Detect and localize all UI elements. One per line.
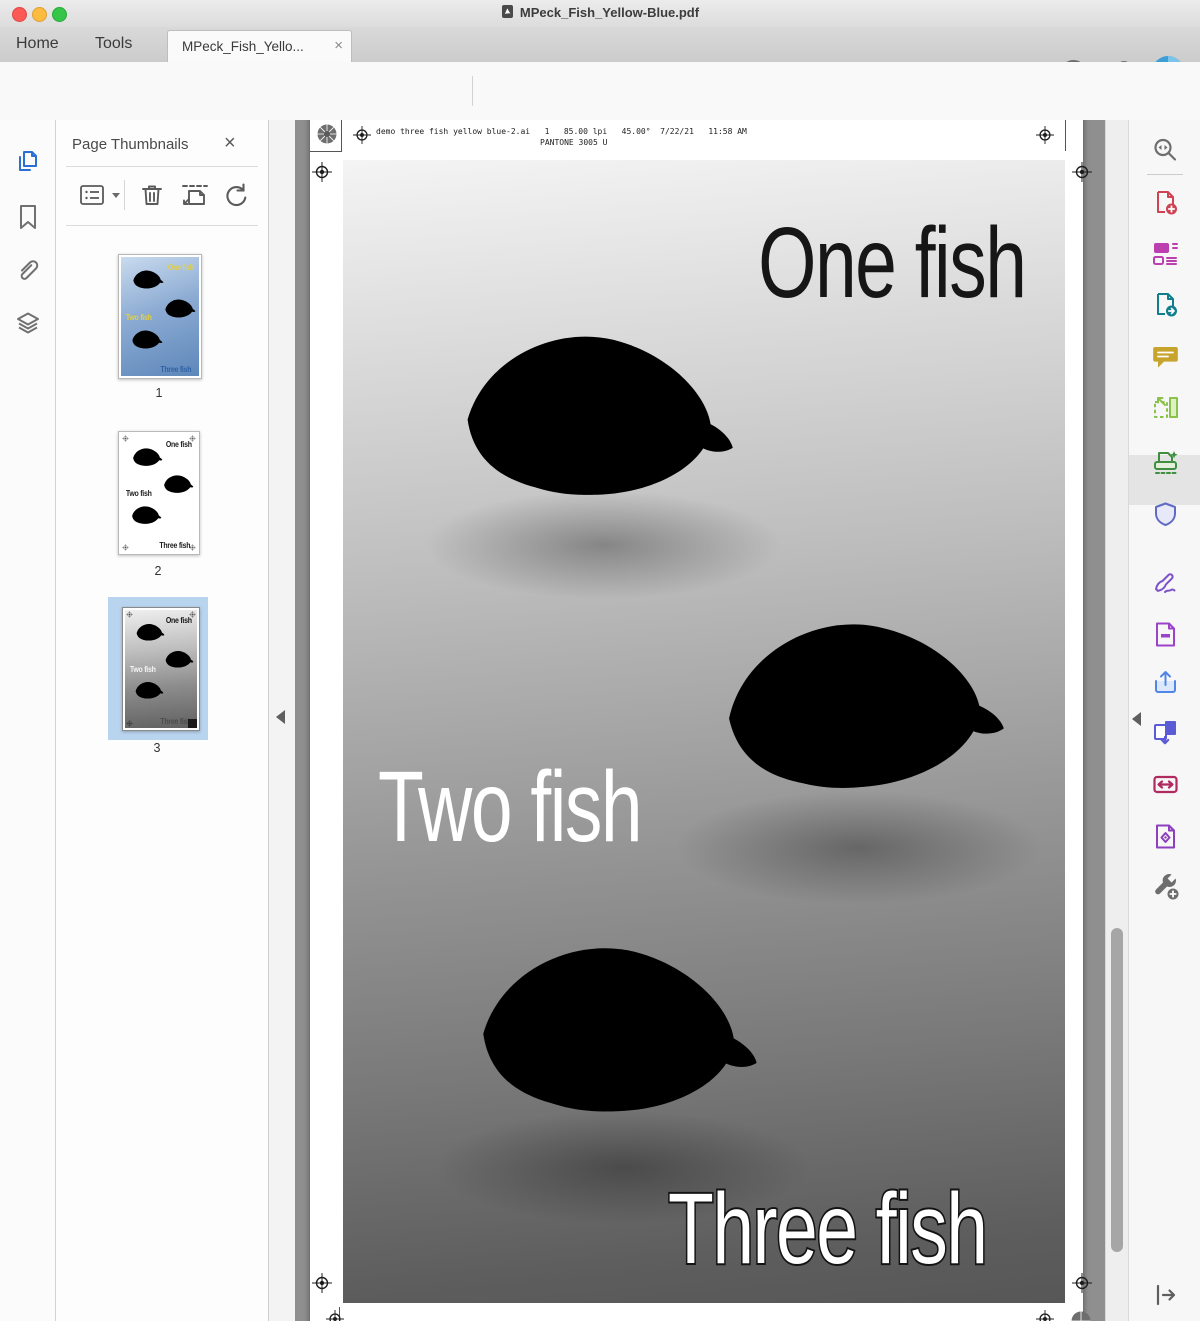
window-titlebar: MPeck_Fish_Yellow-Blue.pdf xyxy=(0,0,1200,28)
thumb1-label-one: One fish xyxy=(168,262,194,272)
layers-panel-icon[interactable] xyxy=(14,310,42,338)
pdf-file-icon xyxy=(501,5,514,19)
protect-pdf-icon[interactable] xyxy=(1152,501,1179,528)
delete-pages-icon[interactable] xyxy=(138,181,166,209)
prepare-form-icon[interactable] xyxy=(1152,823,1179,850)
redact-page-icon[interactable] xyxy=(1152,621,1179,648)
export-pdf-icon[interactable] xyxy=(1152,291,1179,318)
thumb2-label-three: Three fish xyxy=(160,540,191,550)
page-thumbnails-panel: Page Thumbnails × One fish Two fish Thre… xyxy=(56,120,269,1321)
thumb3-label-one: One fish xyxy=(166,615,192,625)
thumbnail-resize-handle[interactable] xyxy=(188,719,197,728)
combine-files-icon[interactable] xyxy=(1152,240,1179,267)
right-tools-rail xyxy=(1128,120,1200,1321)
artwork-label-one-fish: One fish xyxy=(758,206,1025,321)
artwork-label-three-fish: Three fish xyxy=(668,1172,986,1287)
organize-pages-icon[interactable] xyxy=(1152,394,1179,421)
page-number-2[interactable]: 2 xyxy=(143,564,173,578)
compress-pdf-icon[interactable] xyxy=(1152,719,1179,746)
add-more-tools-icon[interactable] xyxy=(1152,873,1180,901)
registration-mark xyxy=(312,162,332,182)
create-pdf-icon[interactable] xyxy=(1152,189,1179,216)
page-thumbnails-panel-icon[interactable] xyxy=(14,148,42,176)
fill-and-sign-icon[interactable] xyxy=(1152,569,1179,596)
registration-mark xyxy=(1072,162,1092,182)
scan-ocr-icon[interactable] xyxy=(1152,450,1179,477)
thumbnail-options-caret[interactable] xyxy=(112,193,120,198)
star-target-mark xyxy=(316,123,338,145)
comment-tool-icon[interactable] xyxy=(1152,343,1179,370)
page-number-1[interactable]: 1 xyxy=(144,386,174,400)
page-number-3[interactable]: 3 xyxy=(142,741,172,755)
fish-illustration-two xyxy=(638,558,1039,848)
registration-mark xyxy=(1072,1273,1092,1293)
tab-document-label: MPeck_Fish_Yello... xyxy=(182,39,312,54)
tab-bar: Home Tools MPeck_Fish_Yello... × ? xyxy=(0,27,1200,62)
thumb1-label-three: Three fish xyxy=(161,364,192,374)
panel-close-icon[interactable]: × xyxy=(224,132,236,155)
registration-mark xyxy=(326,1310,344,1321)
collapse-left-panel-icon[interactable] xyxy=(276,710,285,724)
thumb3-label-two: Two fish xyxy=(130,664,156,674)
pdf-page: demo three fish yellow blue-2.ai 1 85.00… xyxy=(310,120,1083,1321)
registration-mark xyxy=(312,1273,332,1293)
page-artwork: One fish Two fish Three fish xyxy=(343,160,1065,1303)
attachments-panel-icon[interactable] xyxy=(14,256,42,284)
tab-tools[interactable]: Tools xyxy=(95,35,132,53)
registration-mark xyxy=(1036,1310,1054,1321)
artwork-label-two-fish: Two fish xyxy=(378,750,641,865)
expand-pane-icon[interactable] xyxy=(1153,1282,1179,1308)
thumb3-label-three: Three fish xyxy=(160,716,191,726)
insert-pages-icon[interactable] xyxy=(180,181,210,209)
tab-close-icon[interactable]: × xyxy=(334,37,343,54)
thumb2-label-one: One fish xyxy=(166,439,192,449)
window-title: MPeck_Fish_Yellow-Blue.pdf xyxy=(0,5,1200,20)
registration-mark xyxy=(1036,126,1054,144)
vertical-scrollbar[interactable] xyxy=(1105,120,1129,1321)
fish-illustration-three xyxy=(393,881,794,1171)
bookmarks-panel-icon[interactable] xyxy=(15,203,41,231)
document-viewport[interactable]: demo three fish yellow blue-2.ai 1 85.00… xyxy=(295,120,1105,1321)
star-target-cell xyxy=(310,120,342,152)
crop-resize-icon[interactable] xyxy=(1152,771,1179,798)
collapse-right-panel-icon[interactable] xyxy=(1132,712,1141,726)
share-file-icon[interactable] xyxy=(1152,669,1179,696)
rotate-page-icon[interactable] xyxy=(222,181,250,209)
left-navigation-rail xyxy=(0,120,56,1321)
slug-line: demo three fish yellow blue-2.ai 1 85.00… xyxy=(376,127,747,136)
page-thumbnail-1[interactable]: One fish Two fish Three fish xyxy=(118,254,202,379)
fish-illustration-one xyxy=(380,271,769,552)
page-thumbnail-2[interactable]: One fish Two fish Three fish xyxy=(118,431,200,555)
page-thumbnail-3[interactable]: One fish Two fish Three fish xyxy=(122,607,200,731)
tab-home[interactable]: Home xyxy=(16,35,59,53)
search-tools-icon[interactable] xyxy=(1151,136,1179,164)
main-toolbar: 3 / 3 54.5% xyxy=(0,62,1200,121)
thumbnail-options-icon[interactable] xyxy=(78,182,106,208)
scrollbar-thumb[interactable] xyxy=(1111,928,1123,1252)
panel-title: Page Thumbnails xyxy=(72,136,188,153)
slug-pantone: PANTONE 3005 U xyxy=(540,138,607,147)
star-target-mark xyxy=(1070,1310,1092,1321)
panel-splitter[interactable] xyxy=(269,120,295,1321)
thumb1-label-two: Two fish xyxy=(126,312,152,322)
thumb2-label-two: Two fish xyxy=(126,488,152,498)
tab-document[interactable]: MPeck_Fish_Yello... × xyxy=(167,30,352,63)
registration-mark xyxy=(353,126,371,144)
